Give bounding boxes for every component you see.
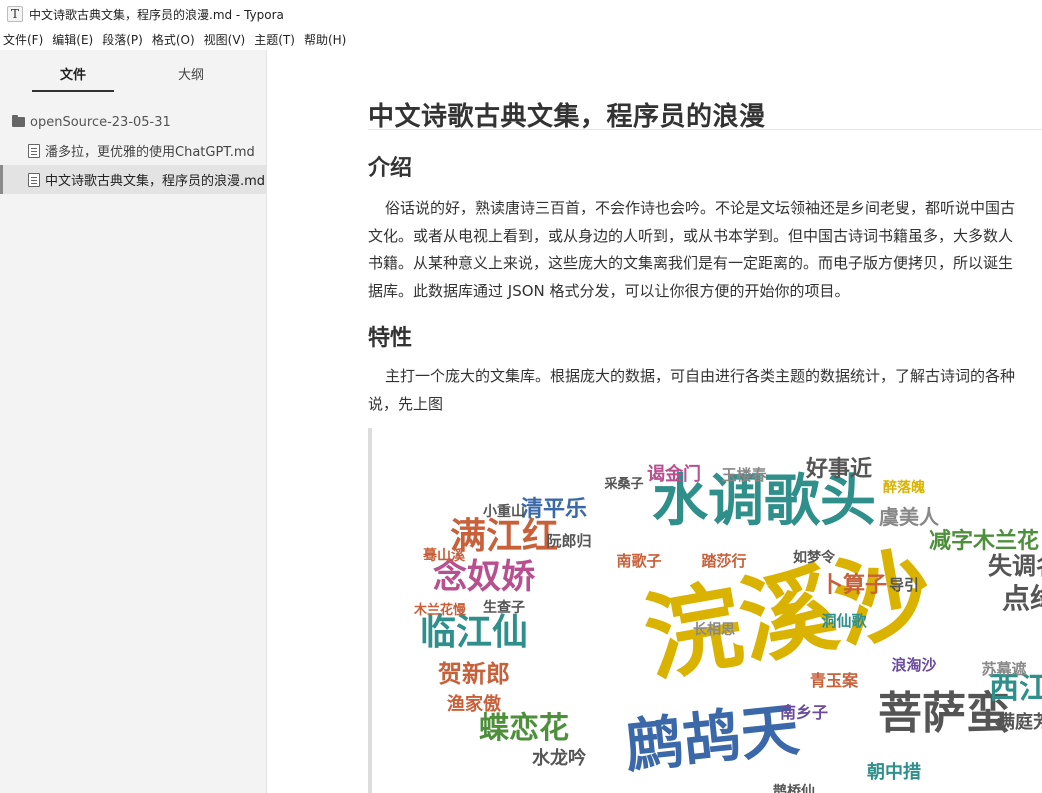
file-label: 中文诗歌古典文集，程序员的浪漫.md <box>45 174 266 189</box>
wordcloud-word: 踏莎行 <box>701 552 746 570</box>
menu-bar: 文件(F) 编辑(E) 段落(P) 格式(O) 视图(V) 主题(T) 帮助(H… <box>0 28 1042 50</box>
file-icon <box>28 143 40 158</box>
paragraph-line: 主打一个庞大的文集库。根据庞大的数据，可自由进行各类主题的数据统计，了解古诗词的… <box>385 367 1016 385</box>
wordcloud-word: 生查子 <box>483 599 525 616</box>
wordcloud-word: 朝中措 <box>867 761 921 783</box>
wordcloud-word: 苏幕遮 <box>981 660 1026 678</box>
menu-theme[interactable]: 主题(T) <box>251 31 301 48</box>
wordcloud-word: 满江红 <box>450 516 558 557</box>
menu-format[interactable]: 格式(O) <box>149 31 201 48</box>
wordcloud-word: 好事近 <box>805 456 872 482</box>
wordcloud-word: 如梦令 <box>793 549 836 566</box>
paragraph-line: 俗话说的好，熟读唐诗三百首，不会作诗也会吟。不论是文坛领袖还是乡间老叟，都听说中… <box>385 199 1016 217</box>
paragraph-line: 说，先上图 <box>368 394 444 413</box>
folder-label: openSource-23-05-31 <box>30 114 171 130</box>
heading-intro: 介绍 <box>368 156 413 181</box>
window-title: 中文诗歌古典文集，程序员的浪漫.md - Typora <box>29 7 284 22</box>
wordcloud-word: 临江仙 <box>420 612 528 653</box>
blockquote-bar <box>368 428 372 793</box>
paragraph-intro: 俗话说的好，熟读唐诗三百首，不会作诗也会吟。不论是文坛领袖还是乡间老叟，都听说中… <box>368 195 1042 305</box>
file-row-pandora[interactable]: 潘多拉，更优雅的使用ChatGPT.md <box>0 136 266 165</box>
wordcloud-word: 失调名 <box>988 552 1042 580</box>
folder-row[interactable]: openSource-23-05-31 <box>0 108 266 136</box>
wordcloud-word: 青玉案 <box>810 671 859 690</box>
paragraph-features: 主打一个庞大的文集库。根据庞大的数据，可自由进行各类主题的数据统计，了解古诗词的… <box>368 363 1042 418</box>
menu-file[interactable]: 文件(F) <box>0 31 49 48</box>
wordcloud-word: 导引 <box>889 576 919 594</box>
wordcloud-word: 鹊桥仙 <box>773 783 815 793</box>
menu-paragraph[interactable]: 段落(P) <box>99 31 149 48</box>
wordcloud-word: 长相思 <box>693 621 735 638</box>
wordcloud-word: 水龙吟 <box>532 747 586 769</box>
active-tab-indicator <box>32 90 114 92</box>
title-divider <box>368 129 1042 130</box>
wordcloud-word: 减字木兰花 <box>929 528 1039 554</box>
file-label: 潘多拉，更优雅的使用ChatGPT.md <box>45 145 255 160</box>
wordcloud-image: 浣溪沙水调歌头鹧鸪天菩萨蛮满江红念奴娇临江仙蝶恋花减字木兰花西江月点绛唇贺新郎好… <box>399 456 1042 793</box>
document-title: 中文诗歌古典文集，程序员的浪漫 <box>368 102 766 132</box>
wordcloud-word: 阮郎归 <box>546 532 591 550</box>
wordcloud-word: 醉落魄 <box>883 479 925 496</box>
wordcloud-word: 南乡子 <box>780 703 828 722</box>
paragraph-line: 书籍。从某种意义上来说，这些庞大的文集离我们是有一定距离的。而电子版方便拷贝，所… <box>368 254 1014 272</box>
wordcloud-word: 浪淘沙 <box>891 656 936 674</box>
paragraph-line: 据库。此数据库通过 JSON 格式分发，可以让你很方便的开始你的项目。 <box>368 281 850 300</box>
typora-app-icon: T <box>7 6 23 22</box>
paragraph-line: 文化。或者从电视上看到，或从身边的人听到，或从书本学到。但中国古诗词书籍虽多，大… <box>368 226 1014 245</box>
folder-icon <box>12 115 25 127</box>
heading-features: 特性 <box>368 326 413 351</box>
wordcloud-word: 渔家傲 <box>447 693 502 715</box>
tab-files[interactable]: 文件 <box>28 64 118 83</box>
title-bar: T 中文诗歌古典文集，程序员的浪漫.md - Typora <box>0 0 1042 28</box>
menu-edit[interactable]: 编辑(E) <box>49 31 99 48</box>
wordcloud-word: 满庭芳 <box>997 711 1042 733</box>
menu-help[interactable]: 帮助(H) <box>301 31 352 48</box>
wordcloud-word: 蓦山溪 <box>422 547 466 564</box>
editor-pane[interactable]: 中文诗歌古典文集，程序员的浪漫 介绍 俗话说的好，熟读唐诗三百首，不会作诗也会吟… <box>267 50 1042 793</box>
wordcloud-word: 蝶恋花 <box>479 711 569 746</box>
menu-view[interactable]: 视图(V) <box>201 31 252 48</box>
file-row-poetry[interactable]: 中文诗歌古典文集，程序员的浪漫.md <box>0 165 266 194</box>
wordcloud-block: 浣溪沙水调歌头鹧鸪天菩萨蛮满江红念奴娇临江仙蝶恋花减字木兰花西江月点绛唇贺新郎好… <box>368 428 1042 793</box>
wordcloud-word: 谒金门 <box>647 463 701 485</box>
wordcloud-word: 木兰花慢 <box>413 602 467 618</box>
sidebar-tabs: 文件 大纲 <box>0 50 266 96</box>
wordcloud-word: 采桑子 <box>603 476 643 492</box>
wordcloud-word: 玉楼春 <box>721 466 766 484</box>
wordcloud-word: 洞仙歌 <box>821 612 867 630</box>
tab-outline[interactable]: 大纲 <box>146 64 236 83</box>
wordcloud-word: 清平乐 <box>521 496 587 522</box>
wordcloud-word: 贺新郎 <box>438 660 510 688</box>
wordcloud-word: 小重山 <box>483 503 525 520</box>
wordcloud-word: 南歌子 <box>616 552 661 570</box>
file-tree: openSource-23-05-31 潘多拉，更优雅的使用ChatGPT.md… <box>0 108 266 194</box>
wordcloud-word: 虞美人 <box>879 505 940 529</box>
file-icon <box>28 172 40 187</box>
wordcloud-word: 点绛唇 <box>1002 582 1042 615</box>
wordcloud-word: 卜算子 <box>821 572 887 598</box>
sidebar: 文件 大纲 openSource-23-05-31 潘多拉，更优雅的使用Chat… <box>0 50 267 793</box>
